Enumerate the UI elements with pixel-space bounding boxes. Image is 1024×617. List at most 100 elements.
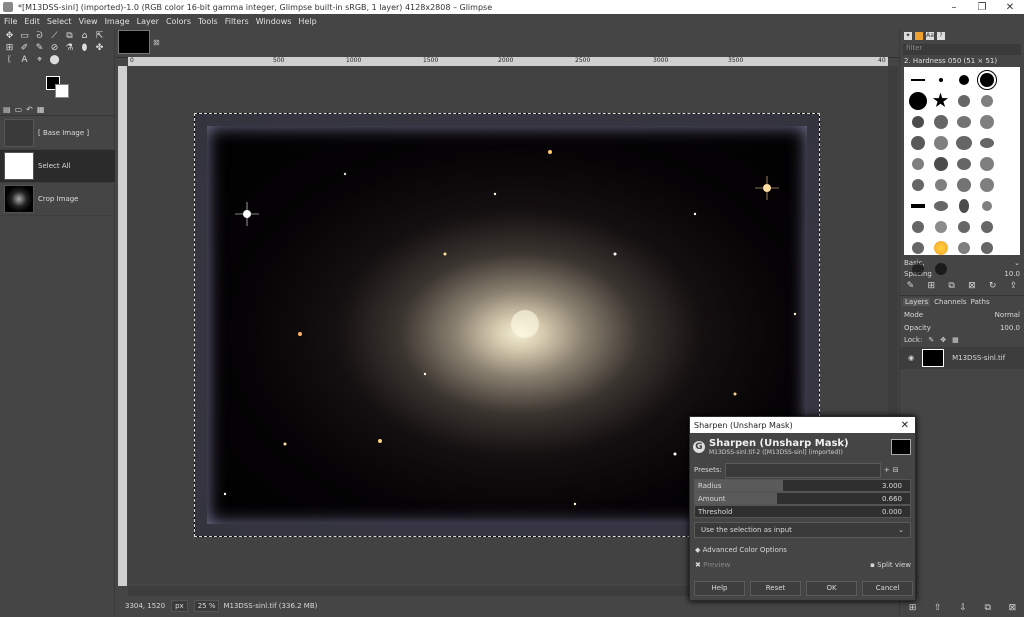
- unified-transform-tool-icon[interactable]: ⌂: [77, 30, 92, 42]
- new-brush-icon[interactable]: ⊞: [927, 281, 935, 291]
- close-button[interactable]: ✕: [996, 2, 1024, 13]
- preview-checkbox[interactable]: ✖: [695, 561, 701, 569]
- tab-layers[interactable]: Layers: [903, 298, 931, 306]
- clone-tool-icon[interactable]: ⚗: [62, 42, 77, 54]
- unit-select[interactable]: px: [171, 600, 188, 612]
- new-layer-icon[interactable]: ⊞: [909, 603, 917, 613]
- brush-item[interactable]: [929, 258, 952, 279]
- brush-item[interactable]: [952, 69, 975, 90]
- lasso-tool-icon[interactable]: ᘐ: [32, 30, 47, 42]
- smudge-tool-icon[interactable]: ⬮: [77, 42, 92, 54]
- tab-channels[interactable]: Channels: [934, 298, 966, 306]
- ok-button[interactable]: OK: [806, 581, 857, 596]
- brush-item[interactable]: [952, 237, 975, 258]
- lock-position-icon[interactable]: ✥: [940, 336, 946, 344]
- minimize-button[interactable]: –: [940, 2, 968, 13]
- refresh-brushes-icon[interactable]: ↻: [989, 281, 997, 291]
- brush-item[interactable]: [975, 132, 998, 153]
- threshold-slider[interactable]: Threshold 0.000: [694, 505, 911, 518]
- menu-select[interactable]: Select: [47, 17, 72, 26]
- brush-item[interactable]: [906, 237, 929, 258]
- lock-pixels-icon[interactable]: ✎: [928, 336, 934, 344]
- image-tab-thumbnail[interactable]: [118, 30, 150, 54]
- advanced-label[interactable]: Advanced Color Options: [703, 546, 787, 554]
- lock-alpha-icon[interactable]: ▦: [952, 336, 959, 344]
- split-view-checkbox[interactable]: ▪: [870, 561, 875, 569]
- brush-item[interactable]: [906, 132, 929, 153]
- brush-item[interactable]: [929, 90, 952, 111]
- crop-tool-icon[interactable]: ⧉: [62, 30, 77, 42]
- menu-edit[interactable]: Edit: [24, 17, 40, 26]
- undo-history-tab-icon[interactable]: ↶: [26, 105, 33, 114]
- menu-view[interactable]: View: [79, 17, 98, 26]
- brush-item[interactable]: [952, 174, 975, 195]
- brush-item[interactable]: [975, 69, 998, 90]
- rect-select-tool-icon[interactable]: ▭: [17, 30, 32, 42]
- history-item[interactable]: [ Base Image ]: [0, 117, 115, 150]
- color-picker-tool-icon[interactable]: ⌖: [32, 54, 47, 66]
- open-brush-icon[interactable]: ⇪: [1010, 281, 1018, 291]
- brush-item[interactable]: [952, 195, 975, 216]
- brush-item[interactable]: [906, 69, 929, 90]
- presets-combo[interactable]: [724, 462, 881, 478]
- brush-grid[interactable]: [904, 67, 1020, 275]
- brush-item[interactable]: [906, 174, 929, 195]
- dodge-tool-icon[interactable]: ✤: [92, 42, 107, 54]
- move-tool-icon[interactable]: ✥: [2, 30, 17, 42]
- delete-brush-icon[interactable]: ⊠: [968, 281, 976, 291]
- amount-value[interactable]: 0.660: [882, 495, 902, 503]
- menu-help[interactable]: Help: [298, 17, 316, 26]
- brush-item[interactable]: [952, 111, 975, 132]
- radius-slider[interactable]: Radius 3.000: [694, 479, 911, 492]
- brush-item[interactable]: [906, 90, 929, 111]
- advanced-color-options[interactable]: ◆ Advanced Color Options: [690, 542, 915, 557]
- brush-item[interactable]: [975, 153, 998, 174]
- brush-item[interactable]: [929, 195, 952, 216]
- brush-item[interactable]: [952, 90, 975, 111]
- brush-item[interactable]: [929, 132, 952, 153]
- eye-icon[interactable]: ◉: [908, 354, 914, 362]
- close-image-icon[interactable]: ⊠: [153, 38, 160, 47]
- brush-item[interactable]: [929, 153, 952, 174]
- brush-item[interactable]: [906, 216, 929, 237]
- reset-button[interactable]: Reset: [750, 581, 801, 596]
- delete-layer-icon[interactable]: ⊠: [1009, 603, 1017, 613]
- radius-value[interactable]: 3.000: [882, 482, 902, 490]
- warp-tool-icon[interactable]: ⇱: [92, 30, 107, 42]
- brush-filter-input[interactable]: filter: [903, 44, 1021, 55]
- path-tool-icon[interactable]: ᛕ: [2, 54, 17, 66]
- layer-name[interactable]: M13DSS-sinl.tif: [952, 354, 1005, 362]
- duplicate-brush-icon[interactable]: ⧉: [948, 281, 954, 291]
- brush-item[interactable]: [975, 216, 998, 237]
- history-item[interactable]: Select All: [0, 150, 115, 183]
- brush-item[interactable]: [929, 69, 952, 90]
- tab-paths[interactable]: Paths: [971, 298, 990, 306]
- input-select[interactable]: Use the selection as input ⌄: [694, 522, 911, 538]
- brush-item[interactable]: [929, 216, 952, 237]
- brush-item[interactable]: [929, 111, 952, 132]
- brush-item[interactable]: [975, 237, 998, 258]
- raise-layer-icon[interactable]: ⇧: [934, 603, 942, 613]
- brush-item[interactable]: [906, 111, 929, 132]
- brush-item[interactable]: [952, 153, 975, 174]
- opacity-value[interactable]: 100.0: [1000, 324, 1020, 332]
- brush-item[interactable]: [906, 195, 929, 216]
- brush-item[interactable]: [975, 90, 998, 111]
- threshold-value[interactable]: 0.000: [882, 508, 902, 516]
- brush-item[interactable]: [929, 237, 952, 258]
- fonts-tab-icon[interactable]: Aa: [926, 32, 934, 40]
- menu-colors[interactable]: Colors: [166, 17, 191, 26]
- device-status-tab-icon[interactable]: ▭: [15, 105, 23, 114]
- menu-filters[interactable]: Filters: [225, 17, 249, 26]
- mode-row[interactable]: Mode Normal: [900, 308, 1024, 322]
- text-tool-icon[interactable]: A: [17, 54, 32, 66]
- menu-image[interactable]: Image: [105, 17, 130, 26]
- mode-select[interactable]: Normal: [995, 311, 1020, 319]
- brush-item[interactable]: [906, 153, 929, 174]
- opacity-row[interactable]: Opacity 100.0: [900, 322, 1024, 333]
- zoom-tool-icon[interactable]: ⬤: [47, 54, 62, 66]
- duplicate-layer-icon[interactable]: ⧉: [984, 603, 990, 613]
- patterns-tab-icon[interactable]: [915, 32, 923, 40]
- cancel-button[interactable]: Cancel: [862, 581, 913, 596]
- add-preset-icon[interactable]: +: [884, 466, 890, 474]
